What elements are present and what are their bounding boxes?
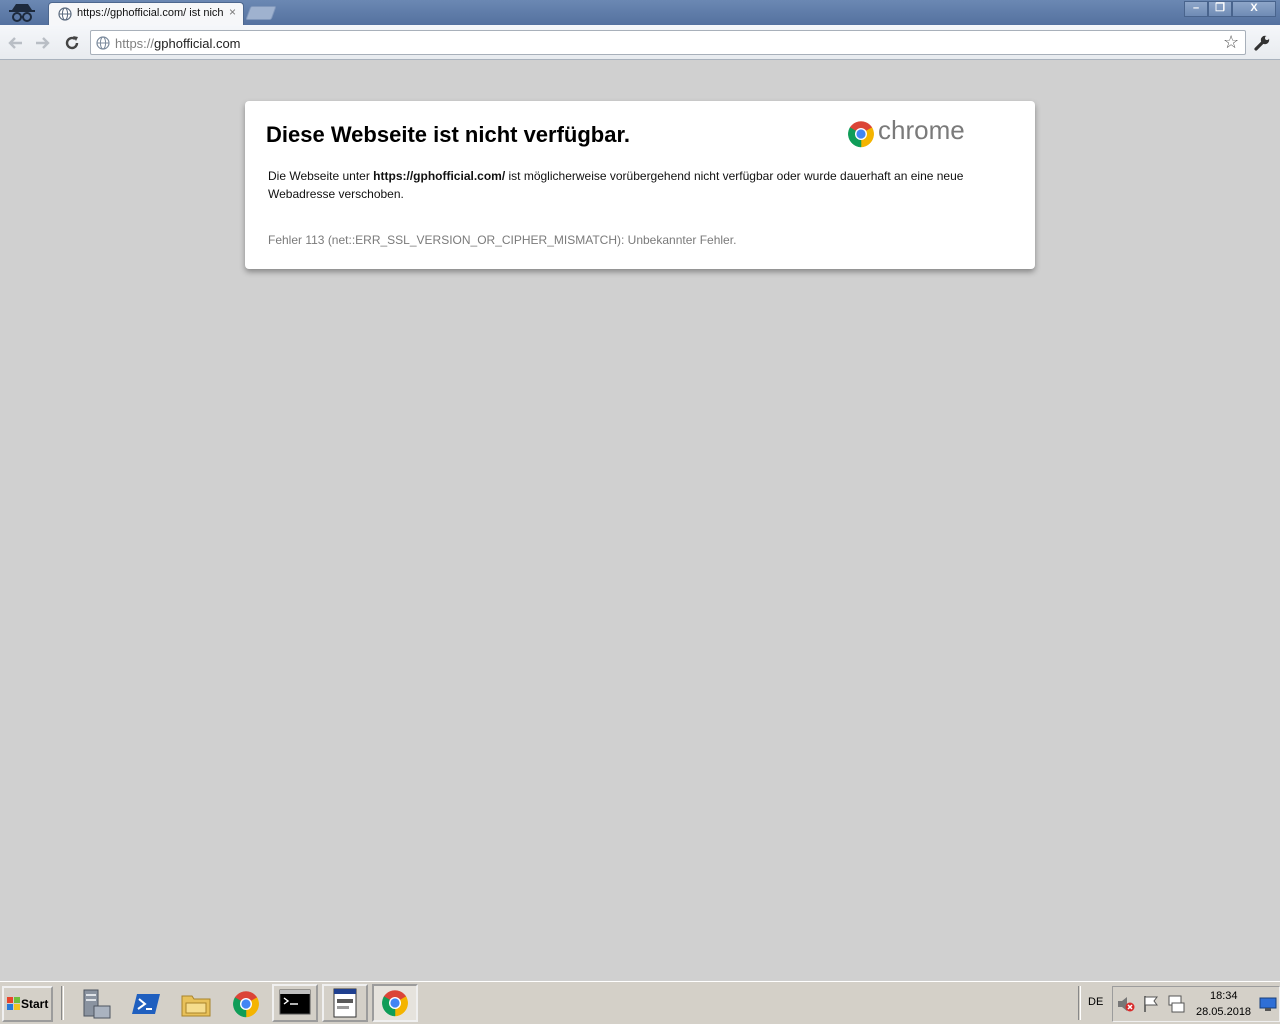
close-window-button[interactable]: X bbox=[1232, 1, 1276, 17]
taskbar-separator bbox=[61, 986, 64, 1020]
error-description-prefix: Die Webseite unter bbox=[268, 169, 374, 183]
language-indicator[interactable]: DE bbox=[1088, 996, 1103, 1008]
address-bar[interactable]: https://gphofficial.com ☆ bbox=[90, 30, 1246, 55]
chrome-icon bbox=[382, 990, 408, 1017]
reload-button[interactable] bbox=[62, 33, 82, 53]
globe-icon bbox=[58, 7, 72, 21]
url-text[interactable]: https://gphofficial.com bbox=[115, 36, 241, 51]
windows-flag-icon bbox=[7, 997, 21, 1011]
app-window-icon bbox=[333, 988, 357, 1018]
clock-time[interactable]: 18:34 bbox=[1210, 990, 1238, 1002]
error-description-url: https://gphofficial.com/ bbox=[373, 169, 506, 183]
url-scheme: https:// bbox=[115, 36, 155, 51]
url-host: gphofficial.com bbox=[154, 36, 241, 51]
error-card: Diese Webseite ist nicht verfügbar. chro… bbox=[245, 101, 1035, 269]
taskbar: Start DE 18:34 28.05.2018 bbox=[0, 981, 1280, 1024]
browser-toolbar: https://gphofficial.com ☆ bbox=[0, 25, 1280, 60]
powershell-icon[interactable] bbox=[130, 988, 162, 1020]
arrow-right-icon bbox=[36, 37, 50, 49]
show-desktop-icon[interactable] bbox=[1259, 996, 1277, 1012]
arrow-left-icon bbox=[8, 37, 22, 49]
forward-button[interactable] bbox=[32, 33, 52, 53]
taskbar-button-chrome[interactable] bbox=[372, 984, 418, 1022]
speaker-muted-icon[interactable] bbox=[1116, 994, 1136, 1014]
start-button[interactable]: Start bbox=[2, 986, 53, 1022]
globe-icon bbox=[96, 36, 110, 50]
taskbar-button-app[interactable] bbox=[322, 984, 368, 1022]
wrench-menu-icon[interactable] bbox=[1252, 33, 1272, 53]
taskbar-separator bbox=[1078, 986, 1081, 1020]
bookmark-star-icon[interactable]: ☆ bbox=[1223, 32, 1239, 53]
incognito-icon bbox=[6, 1, 38, 24]
clock-date[interactable]: 28.05.2018 bbox=[1196, 1006, 1251, 1018]
tab-close-button[interactable]: × bbox=[229, 5, 236, 19]
cmd-icon bbox=[279, 989, 311, 1015]
error-code: Fehler 113 (net::ERR_SSL_VERSION_OR_CIPH… bbox=[268, 233, 737, 247]
minimize-button[interactable]: – bbox=[1184, 1, 1208, 17]
explorer-icon[interactable] bbox=[180, 988, 212, 1020]
new-tab-button[interactable] bbox=[245, 6, 277, 20]
server-manager-icon[interactable] bbox=[80, 988, 112, 1020]
taskbar-button-cmd[interactable] bbox=[272, 984, 318, 1022]
start-label: Start bbox=[21, 997, 49, 1011]
chrome-wordmark: chrome bbox=[878, 115, 965, 145]
chrome-logo-icon bbox=[845, 118, 877, 150]
reload-icon bbox=[65, 36, 79, 50]
back-button[interactable] bbox=[6, 33, 26, 53]
network-icon[interactable] bbox=[1166, 994, 1186, 1014]
tab-active[interactable]: https://gphofficial.com/ ist nicht verfü… bbox=[48, 2, 244, 25]
error-description: Die Webseite unter https://gphofficial.c… bbox=[268, 167, 1020, 203]
maximize-button[interactable]: ❐ bbox=[1208, 1, 1232, 17]
chrome-icon[interactable] bbox=[230, 988, 262, 1020]
action-center-flag-icon[interactable] bbox=[1141, 994, 1161, 1014]
tab-title: https://gphofficial.com/ ist nicht verfü… bbox=[77, 7, 223, 19]
error-title: Diese Webseite ist nicht verfügbar. bbox=[266, 122, 630, 147]
title-bar: https://gphofficial.com/ ist nicht verfü… bbox=[0, 0, 1280, 25]
